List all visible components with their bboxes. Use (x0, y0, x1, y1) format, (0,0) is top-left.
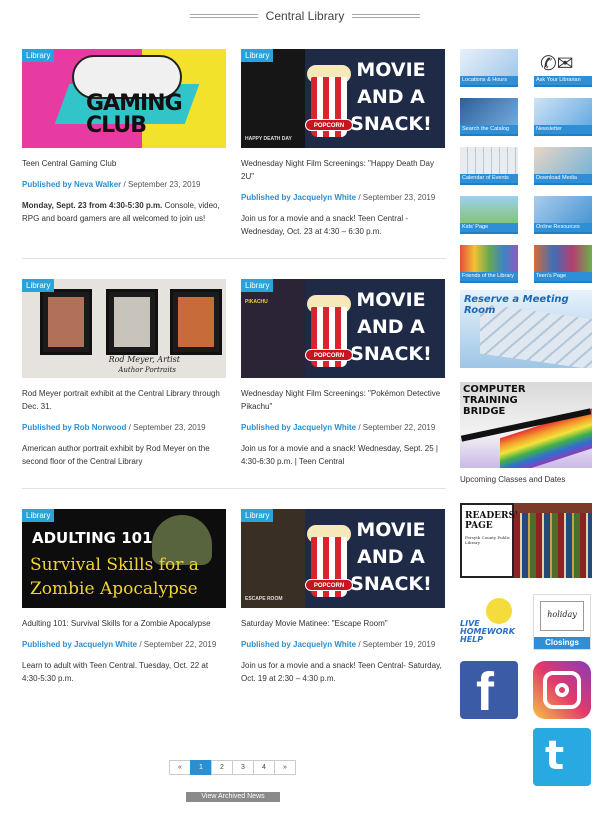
calendar-icon: holiday (540, 601, 584, 631)
library-tag: Library (241, 509, 274, 522)
news-meta: Published by Neva Walker / September 23,… (22, 178, 226, 191)
news-description: Join us for a movie and a snack! Wednesd… (241, 444, 439, 466)
news-thumbnail[interactable]: Library PIKACHU POPCORN MOVIE AND A SNAC… (241, 279, 445, 378)
news-description: Monday, Sept. 23 from 4:30-5:30 p.m. Con… (22, 201, 220, 223)
news-title[interactable]: Rod Meyer portrait exhibit at the Centra… (22, 387, 226, 413)
next-page-button[interactable]: » (274, 760, 296, 775)
news-card[interactable]: Library Rod Meyer, Artist Author Portrai… (22, 279, 226, 468)
page-title: Central Library (265, 9, 345, 23)
author-link[interactable]: Published by Jacquelyn White (22, 640, 137, 649)
thumbnail-text: MOVIE AND A SNACK! (350, 59, 432, 135)
author-link[interactable]: Published by Rob Norwood (22, 423, 126, 432)
row-divider (22, 488, 446, 489)
quick-link-newsletter[interactable]: Newsletter (534, 98, 592, 136)
news-date: / September 19, 2019 (356, 640, 436, 649)
library-tag: Library (22, 509, 55, 522)
news-meta: Published by Jacquelyn White / September… (241, 191, 445, 204)
news-row: Library GAMING CLUB Teen Central Gaming … (22, 49, 446, 238)
twitter-icon[interactable]: t (533, 728, 591, 786)
news-card[interactable]: Library HAPPY DEATH DAY POPCORN MOVIE AN… (241, 49, 445, 238)
quick-link-search-catalog[interactable]: Search the Catalog (460, 98, 518, 136)
page-button-1[interactable]: 1 (190, 760, 212, 775)
quick-links: Locations & Hours ✆✉ Ask Your Librarian S… (460, 49, 592, 283)
news-title[interactable]: Wednesday Night Film Screenings: "Happy … (241, 157, 445, 183)
live-homework-help-link[interactable]: LIVE HOMEWORK HELP (460, 596, 518, 650)
news-title[interactable]: Teen Central Gaming Club (22, 157, 226, 170)
section-header: Central Library (190, 8, 421, 24)
library-tag: Library (22, 279, 55, 292)
news-meta: Published by Jacquelyn White / September… (241, 638, 445, 651)
news-thumbnail[interactable]: Library ADULTING 101 Survival Skills for… (22, 509, 226, 608)
thumbnail-text: MOVIE AND A SNACK! (350, 519, 432, 595)
news-thumbnail[interactable]: Library GAMING CLUB (22, 49, 226, 148)
news-title[interactable]: Wednesday Night Film Screenings: "Pokémo… (241, 387, 445, 413)
portrait-frame (170, 289, 222, 355)
library-tag: Library (22, 49, 55, 62)
page-button-4[interactable]: 4 (253, 760, 275, 775)
news-description: American author portrait exhibit by Rod … (22, 444, 210, 466)
author-link[interactable]: Published by Jacquelyn White (241, 193, 356, 202)
news-row: Library Rod Meyer, Artist Author Portrai… (22, 279, 446, 468)
news-meta: Published by Jacquelyn White / September… (22, 638, 226, 651)
news-thumbnail[interactable]: Library Rod Meyer, Artist Author Portrai… (22, 279, 226, 378)
prev-page-button[interactable]: « (169, 760, 191, 775)
quick-link-kids-page[interactable]: Kids' Page (460, 196, 518, 234)
quick-link-ask-your-librarian[interactable]: ✆✉ Ask Your Librarian (534, 49, 592, 87)
row-divider (22, 258, 446, 259)
quick-link-teens-page[interactable]: Teen's Page (534, 245, 592, 283)
reserve-meeting-room-banner[interactable]: Reserve a Meeting Room (460, 290, 592, 368)
news-date: / September 23, 2019 (121, 180, 201, 189)
news-title[interactable]: Adulting 101: Survival Skills for a Zomb… (22, 617, 226, 630)
news-description: Learn to adult with Teen Central. Tuesda… (22, 661, 209, 683)
readers-page-banner[interactable]: READERS' PAGE Forsyth County Public Libr… (460, 503, 592, 578)
quick-link-online-resources[interactable]: Online Resources (534, 196, 592, 234)
news-row: Library ADULTING 101 Survival Skills for… (22, 509, 446, 685)
header-rule-left (190, 14, 258, 18)
holiday-closings-link[interactable]: holiday Closings (533, 594, 591, 650)
news-card[interactable]: Library ESCAPE ROOM POPCORN MOVIE AND A … (241, 509, 445, 685)
news-date: / September 23, 2019 (126, 423, 206, 432)
view-archived-news-button[interactable]: View Archived News (186, 792, 280, 802)
news-date: / September 22, 2019 (137, 640, 217, 649)
author-link[interactable]: Published by Jacquelyn White (241, 423, 356, 432)
news-title[interactable]: Saturday Movie Matinee: "Escape Room" (241, 617, 445, 630)
news-meta: Published by Rob Norwood / September 23,… (22, 421, 226, 434)
upcoming-classes-link[interactable]: Upcoming Classes and Dates (460, 475, 565, 484)
quick-link-calendar[interactable]: Calendar of Events (460, 147, 518, 185)
movie-poster: ESCAPE ROOM (241, 509, 305, 608)
news-meta: Published by Jacquelyn White / September… (241, 421, 445, 434)
news-date: / September 23, 2019 (356, 193, 436, 202)
movie-poster: PIKACHU (241, 279, 305, 378)
thumbnail-text: MOVIE AND A SNACK! (350, 289, 432, 365)
quick-link-download-media[interactable]: Download Media (534, 147, 592, 185)
page-button-3[interactable]: 3 (232, 760, 254, 775)
news-card[interactable]: Library GAMING CLUB Teen Central Gaming … (22, 49, 226, 238)
quick-link-locations-hours[interactable]: Locations & Hours (460, 49, 518, 87)
author-link[interactable]: Published by Jacquelyn White (241, 640, 356, 649)
facebook-icon[interactable]: f (460, 661, 518, 719)
library-tag: Library (241, 49, 274, 62)
computer-training-banner[interactable]: COMPUTER TRAINING BRIDGE (460, 382, 592, 468)
page-button-2[interactable]: 2 (211, 760, 233, 775)
quick-link-friends-library[interactable]: Friends of the Library (460, 245, 518, 283)
news-grid: Library GAMING CLUB Teen Central Gaming … (22, 49, 446, 685)
instagram-icon[interactable] (533, 661, 591, 719)
news-description: Join us for a movie and a snack! Teen Ce… (241, 214, 409, 236)
pagination: « 1 2 3 4 » (169, 760, 296, 775)
news-thumbnail[interactable]: Library ESCAPE ROOM POPCORN MOVIE AND A … (241, 509, 445, 608)
thumbnail-text: GAMING CLUB (86, 91, 183, 138)
library-tag: Library (241, 279, 274, 292)
news-thumbnail[interactable]: Library HAPPY DEATH DAY POPCORN MOVIE AN… (241, 49, 445, 148)
movie-poster: HAPPY DEATH DAY (241, 49, 305, 148)
news-date: / September 22, 2019 (356, 423, 436, 432)
header-rule-right (352, 14, 421, 18)
news-description: Join us for a movie and a snack! Teen Ce… (241, 661, 442, 683)
news-card[interactable]: Library PIKACHU POPCORN MOVIE AND A SNAC… (241, 279, 445, 468)
portrait-frame (40, 289, 92, 355)
author-link[interactable]: Published by Neva Walker (22, 180, 121, 189)
news-card[interactable]: Library ADULTING 101 Survival Skills for… (22, 509, 226, 685)
portrait-frame (106, 289, 158, 355)
books-icon (514, 513, 592, 578)
